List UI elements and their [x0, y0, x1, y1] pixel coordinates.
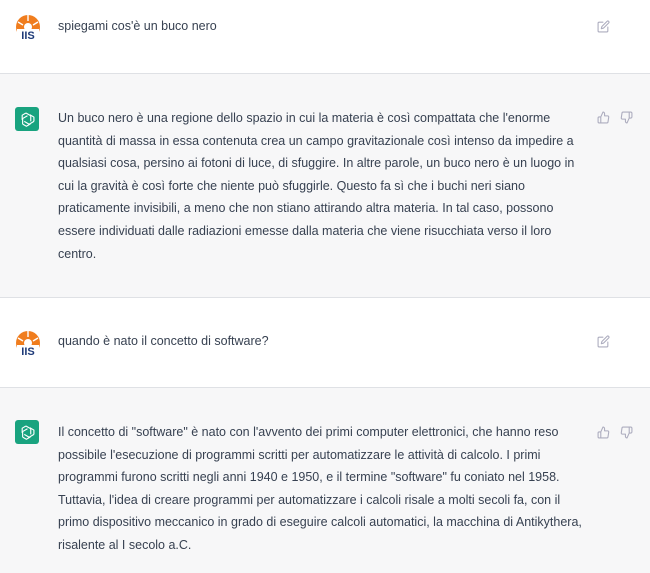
thumbs-down-icon	[620, 426, 632, 438]
user-message-row: IIS quando è nato il concetto di softwar…	[0, 298, 650, 388]
thumbs-down-icon	[620, 111, 632, 123]
user-avatar-label: IIS	[21, 346, 34, 358]
assistant-message-row: Il concetto di "software" è nato con l'a…	[0, 388, 650, 573]
user-avatar: IIS	[15, 14, 41, 42]
thumbs-down-button[interactable]	[619, 425, 633, 439]
assistant-message-row: Un buco nero è una regione dello spazio …	[0, 74, 650, 298]
openai-logo-icon	[21, 424, 34, 440]
assistant-avatar	[15, 107, 39, 131]
assistant-avatar	[15, 420, 39, 444]
user-avatar: IIS	[15, 330, 41, 358]
edit-icon	[597, 19, 610, 32]
thumbs-down-button[interactable]	[619, 110, 633, 124]
user-message-row: IIS spiegami cos'è un buco nero	[0, 0, 650, 74]
assistant-message-text: Il concetto di "software" è nato con l'a…	[58, 425, 582, 552]
edit-icon	[597, 334, 610, 347]
thumbs-up-icon	[597, 111, 609, 123]
thumbs-up-icon	[597, 426, 609, 438]
thumbs-up-button[interactable]	[596, 110, 610, 124]
assistant-message-text: Un buco nero è una regione dello spazio …	[58, 111, 575, 261]
user-message-text: spiegami cos'è un buco nero	[58, 19, 217, 33]
user-avatar-label: IIS	[21, 30, 34, 42]
edit-button[interactable]	[596, 19, 610, 33]
user-message-text: quando è nato il concetto di software?	[58, 334, 269, 348]
edit-button[interactable]	[596, 334, 610, 348]
openai-logo-icon	[21, 111, 34, 127]
thumbs-up-button[interactable]	[596, 425, 610, 439]
